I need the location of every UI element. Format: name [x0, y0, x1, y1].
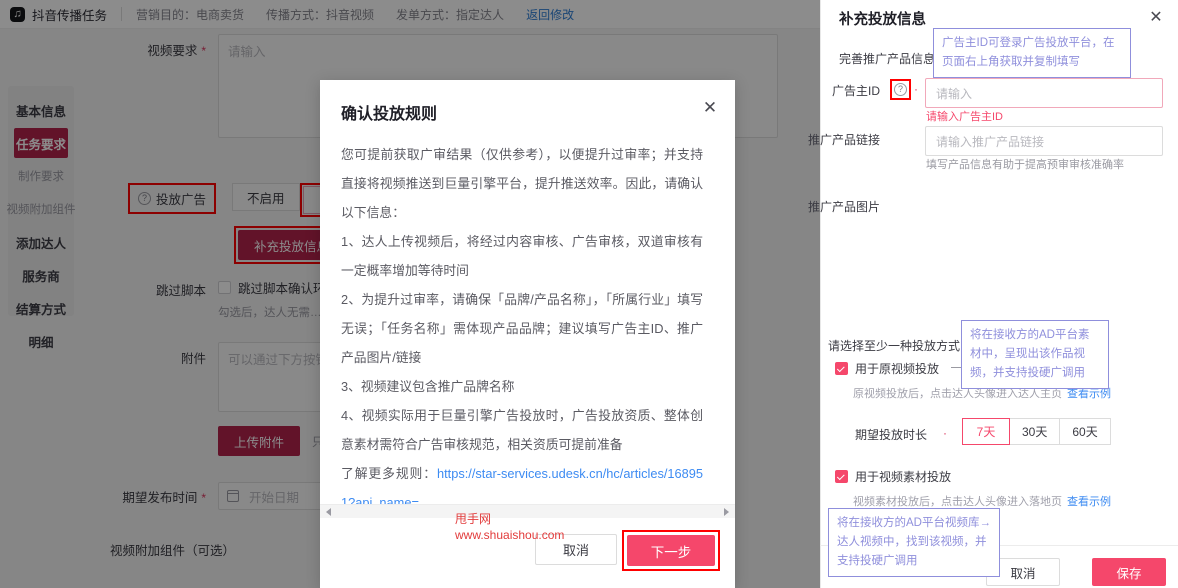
sidebar-item-service-provider[interactable]: 服务商: [14, 260, 68, 290]
topbar-item-marketing-goal: 营销目的：电商卖货: [136, 6, 244, 23]
advertiser-id-error: 请输入广告主ID: [926, 108, 1003, 124]
modal-more-rules-prefix: 了解更多规则：: [341, 466, 437, 481]
duration-segmented: 7天 30天 60天: [962, 418, 1111, 445]
advertiser-id-required-mark: ·: [914, 82, 918, 96]
modal-title: 确认投放规则: [341, 100, 437, 124]
publish-time-label: 期望发布时间*: [110, 487, 206, 506]
duration-option-7d[interactable]: 7天: [962, 418, 1010, 445]
option-original-video-checkbox[interactable]: [835, 362, 848, 375]
sidebar: 基本信息 任务要求 制作要求 视频附加组件 添加达人 服务商 结算方式 明细: [8, 86, 74, 316]
calendar-icon: [227, 490, 239, 502]
advertiser-id-input[interactable]: 请输入: [925, 78, 1163, 108]
caret-right-icon[interactable]: [720, 505, 733, 519]
option-original-video-label: 用于原视频投放: [855, 360, 939, 377]
duration-option-30d[interactable]: 30天: [1010, 418, 1060, 445]
upload-attachment-button[interactable]: 上传附件: [218, 426, 300, 456]
close-icon[interactable]: ✕: [701, 100, 719, 118]
watermark-line-2: www.shuaishou.com: [455, 527, 564, 543]
sidebar-item-task-requirement[interactable]: 任务要求: [14, 128, 68, 158]
ad-delivery-label: 投放广告: [156, 189, 206, 208]
choose-method-hint: 请选择至少一种投放方式: [828, 337, 960, 354]
question-circle-icon[interactable]: ?: [894, 83, 907, 96]
top-bar: ♫ 抖音传播任务 营销目的：电商卖货 传播方式：抖音视频 发单方式：指定达人 返…: [0, 0, 820, 29]
caret-left-icon[interactable]: [322, 505, 335, 519]
back-to-edit-link[interactable]: 返回修改: [526, 6, 574, 23]
modal-next-button-highlight: 下一步: [622, 530, 720, 571]
required-mark: *: [201, 491, 206, 505]
product-link-input[interactable]: 请输入推广产品链接: [925, 126, 1163, 156]
modal-paragraph-intro: 您可提前获取广审结果（仅供参考），以便提升过审率；并支持直接将视频推送到巨量引擎…: [341, 140, 703, 227]
advertiser-id-tooltip: 广告主ID可登录广告投放平台，在页面右上角获取并复制填写: [933, 28, 1131, 78]
option-original-video-row[interactable]: 用于原视频投放: [835, 360, 939, 377]
product-link-help: 填写产品信息有助于提高预审审核准确率: [926, 156, 1124, 172]
tiktok-note-icon: ♫: [10, 7, 25, 22]
duration-required-mark: ·: [943, 426, 947, 440]
modal-paragraph-3: 3、视频建议包含推广品牌名称: [341, 372, 703, 401]
video-material-tooltip: 将在接收方的AD平台视频库→达人视频中，找到该视频，并支持投硬广调用: [828, 508, 1000, 577]
sidebar-item-settlement[interactable]: 结算方式: [14, 293, 68, 323]
skip-script-label: 跳过脚本: [110, 278, 206, 299]
question-circle-icon[interactable]: ?: [138, 192, 151, 205]
required-mark: *: [201, 44, 206, 58]
sidebar-item-basic-info[interactable]: 基本信息: [14, 95, 68, 125]
product-link-label: 推广产品链接: [776, 131, 880, 148]
attachment-label: 附件: [110, 342, 206, 367]
sidebar-item-detail[interactable]: 明细: [14, 326, 68, 356]
sidebar-item-add-creator[interactable]: 添加达人: [14, 227, 68, 257]
modal-paragraph-2: 2、为提升过审率，请确保「品牌/产品名称」，「所属行业」填写无误；「任务名称」需…: [341, 285, 703, 372]
sidebar-item-video-addon[interactable]: 视频附加组件: [14, 194, 68, 224]
sidebar-item-production-requirement[interactable]: 制作要求: [14, 161, 68, 191]
duration-option-60d[interactable]: 60天: [1060, 418, 1110, 445]
modal-paragraph-4: 4、视频实际用于巨量引擎广告投放时，广告投放资质、整体创意素材需符合广告审核规范…: [341, 401, 703, 459]
skip-script-checkbox-label: 跳过脚本确认环: [238, 278, 326, 297]
brand-title: 抖音传播任务: [32, 5, 107, 24]
topbar-item-order-method: 发单方式：指定达人: [396, 6, 504, 23]
publish-date-placeholder: 开始日期: [249, 487, 299, 506]
panel-title: 补充投放信息: [839, 8, 926, 29]
original-video-tooltip: 将在接收方的AD平台素材中，呈现出该作品视频，并支持投硬广调用: [961, 320, 1109, 389]
advertiser-id-help-highlight: ?: [890, 79, 911, 100]
option-video-material-checkbox[interactable]: [835, 470, 848, 483]
panel-save-button[interactable]: 保存: [1092, 558, 1166, 586]
product-image-label: 推广产品图片: [776, 198, 880, 215]
skip-script-hint: 勾选后，达人无需…: [218, 304, 326, 320]
video-requirement-label: 视频要求*: [110, 34, 206, 59]
view-example-link-material[interactable]: 查看示例: [1067, 496, 1111, 508]
option-video-material-note: 视频素材投放后，点击达人头像进入落地页查看示例: [853, 493, 1111, 509]
ad-option-disabled[interactable]: 不启用: [232, 183, 300, 211]
skip-script-checkbox[interactable]: [218, 281, 231, 294]
watermark: 甩手网 www.shuaishou.com: [455, 511, 564, 543]
video-addon-label: 视频附加组件（可选）: [110, 534, 320, 559]
option-video-material-row[interactable]: 用于视频素材投放: [835, 468, 951, 485]
modal-next-button[interactable]: 下一步: [627, 535, 715, 566]
topbar-item-spread-method: 传播方式：抖音视频: [266, 6, 374, 23]
panel-subtitle: 完善推广产品信息: [839, 50, 935, 67]
modal-paragraph-1: 1、达人上传视频后，将经过内容审核、广告审核，双道审核有一定概率增加等待时间: [341, 227, 703, 285]
duration-label: 期望投放时长: [855, 426, 927, 443]
close-icon[interactable]: ✕: [1147, 9, 1165, 27]
ad-delivery-label-highlight: ? 投放广告: [128, 183, 216, 214]
skip-script-checkbox-row[interactable]: 跳过脚本确认环: [218, 278, 326, 297]
view-example-link-original[interactable]: 查看示例: [1067, 388, 1111, 400]
divider: [121, 7, 122, 21]
option-video-material-label: 用于视频素材投放: [855, 468, 951, 485]
watermark-line-1: 甩手网: [455, 511, 564, 527]
advertiser-id-label: 广告主ID: [800, 82, 880, 99]
